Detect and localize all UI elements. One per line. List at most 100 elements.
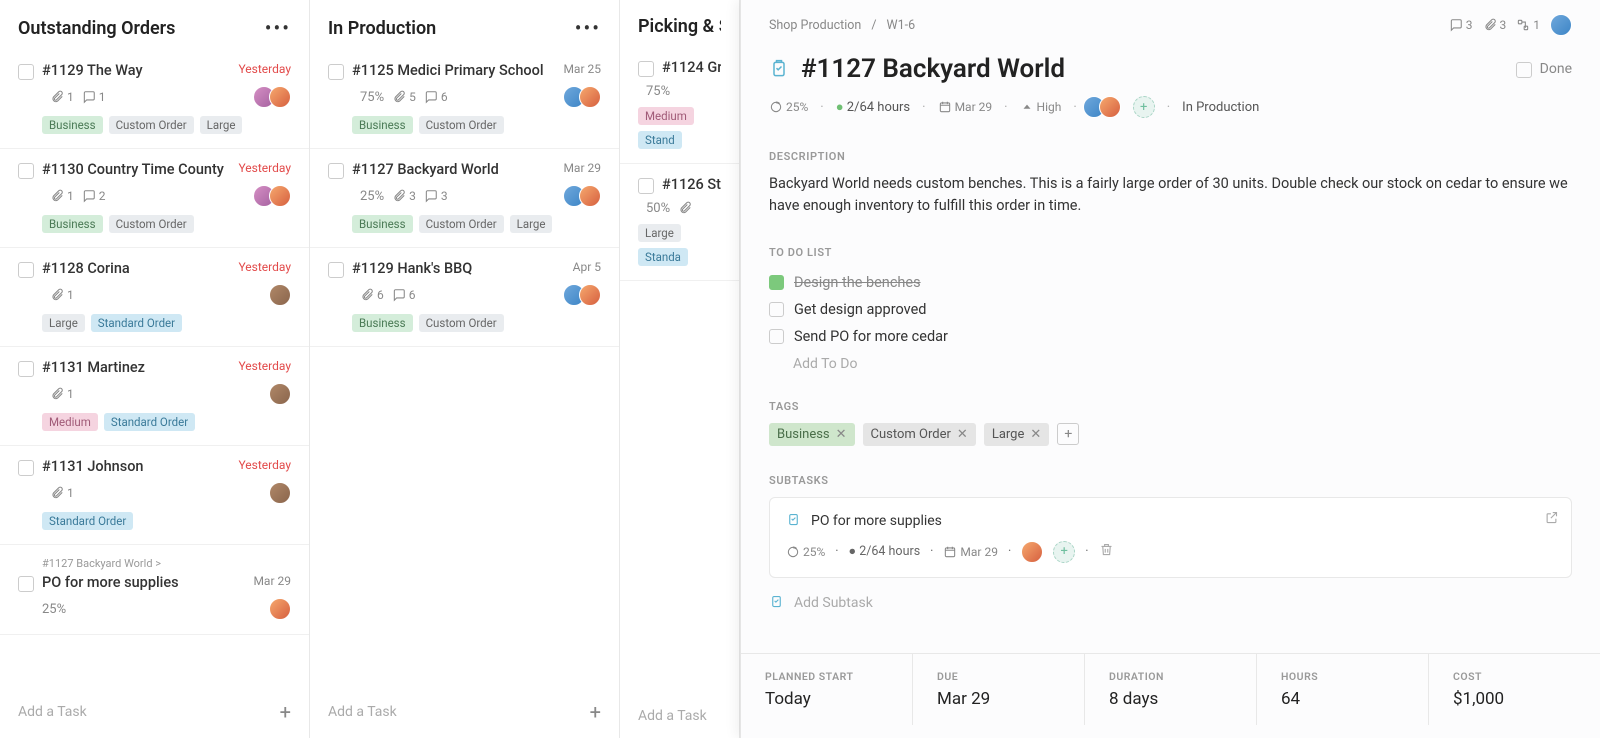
task-card[interactable]: #1124 Greer 75% MediumStand: [620, 47, 739, 164]
due-chip[interactable]: Mar 29: [938, 100, 993, 114]
add-task-button[interactable]: Add a Task: [620, 694, 739, 738]
avatar[interactable]: [1021, 541, 1043, 563]
add-tag-button[interactable]: +: [1057, 423, 1079, 445]
add-task-button[interactable]: Add a Task+: [310, 686, 619, 738]
task-date: Mar 25: [563, 62, 601, 76]
task-checkbox[interactable]: [18, 163, 34, 179]
description-text[interactable]: Backyard World needs custom benches. Thi…: [769, 173, 1572, 218]
assignee-avatars[interactable]: [275, 383, 291, 405]
assignee-avatars[interactable]: [275, 598, 291, 620]
todo-checkbox[interactable]: [769, 275, 784, 290]
comment-icon: 1: [82, 90, 106, 104]
hours-chip[interactable]: ● 2/64 hours: [836, 99, 910, 115]
task-checkbox[interactable]: [638, 178, 654, 194]
tag-chip[interactable]: Business✕: [769, 423, 855, 446]
todo-item[interactable]: Send PO for more cedar: [769, 323, 1572, 350]
assignee-avatars[interactable]: [259, 86, 291, 108]
task-card[interactable]: #1129 The Way Yesterday 1 1 Business Cus…: [0, 50, 309, 149]
task-card[interactable]: #1125 Medici Primary SchoolMar 25 75% 5 …: [310, 50, 619, 149]
breadcrumb-item[interactable]: Shop Production: [769, 18, 861, 33]
task-card[interactable]: #1131 Martinez Yesterday 1 Medium Standa…: [0, 347, 309, 446]
footer-cost[interactable]: Cost$1,000: [1429, 654, 1600, 725]
footer-planned-start[interactable]: Planned StartToday: [741, 654, 913, 725]
task-progress: 25%: [360, 189, 384, 204]
footer-duration[interactable]: Duration8 days: [1085, 654, 1257, 725]
tag: Large: [510, 215, 553, 233]
add-subtask-button[interactable]: Add Subtask: [769, 588, 1572, 619]
task-card[interactable]: #1127 Backyard World > PO for more suppl…: [0, 545, 309, 635]
remove-tag-icon[interactable]: ✕: [957, 427, 968, 442]
assignee-avatars[interactable]: [275, 284, 291, 306]
remove-tag-icon[interactable]: ✕: [1030, 427, 1041, 442]
comment-icon: 6: [424, 90, 448, 104]
task-checkbox[interactable]: [638, 61, 654, 77]
task-checkbox[interactable]: [328, 262, 344, 278]
remove-tag-icon[interactable]: ✕: [836, 427, 847, 442]
footer-due[interactable]: DueMar 29: [913, 654, 1085, 725]
tag: Business: [42, 215, 103, 233]
todo-label: To Do List: [769, 246, 1572, 259]
todo-checkbox[interactable]: [769, 329, 784, 344]
status-chip[interactable]: In Production: [1182, 100, 1259, 115]
task-card[interactable]: #1131 Johnson Yesterday 1 Standard Order: [0, 446, 309, 545]
task-checkbox[interactable]: [18, 576, 34, 592]
task-title: #1131 Johnson: [42, 458, 230, 475]
due-chip: Mar 29: [943, 545, 998, 559]
todo-item[interactable]: Design the benches: [769, 269, 1572, 296]
task-card[interactable]: #1126 Stewa 50% LargeStanda: [620, 164, 739, 281]
column-title: In Production: [328, 18, 436, 39]
task-checkbox[interactable]: [18, 460, 34, 476]
tag-chip[interactable]: Large✕: [984, 423, 1049, 446]
assignee-avatars[interactable]: [275, 482, 291, 504]
todo-checkbox[interactable]: [769, 302, 784, 317]
parent-task-link[interactable]: #1127 Backyard World >: [42, 557, 291, 570]
task-checkbox[interactable]: [328, 64, 344, 80]
task-date: Yesterday: [238, 161, 291, 175]
task-checkbox[interactable]: [18, 361, 34, 377]
assignee-avatars[interactable]: [1089, 96, 1121, 118]
task-checkbox[interactable]: [18, 262, 34, 278]
plus-icon: +: [590, 700, 601, 724]
add-todo-button[interactable]: Add To Do: [769, 350, 1572, 372]
tag: Custom Order: [419, 215, 504, 233]
column-menu-icon[interactable]: •••: [265, 16, 291, 40]
task-checkbox[interactable]: [328, 163, 344, 179]
task-card[interactable]: #1128 Corina Yesterday 1 Large Standard …: [0, 248, 309, 347]
task-title: #1126 Stewa: [662, 176, 721, 193]
progress-chip[interactable]: 25%: [769, 100, 808, 114]
attachment-icon[interactable]: 3: [1483, 18, 1507, 32]
assignee-avatars[interactable]: [569, 86, 601, 108]
comment-icon: 3: [424, 189, 448, 203]
breadcrumb: Shop Production / W1-6 3 3 1: [741, 0, 1600, 36]
avatar[interactable]: [1550, 14, 1572, 36]
assignee-avatars[interactable]: [569, 284, 601, 306]
task-card[interactable]: #1129 Hank's BBQApr 5 6 6 BusinessCustom…: [310, 248, 619, 347]
breadcrumb-item[interactable]: W1-6: [887, 18, 916, 33]
tag: Stand: [638, 131, 682, 149]
add-assignee-button[interactable]: +: [1053, 541, 1075, 563]
tag-chip[interactable]: Custom Order✕: [863, 423, 976, 446]
subtask-card[interactable]: PO for more supplies 25% · ● 2/64 hours …: [769, 497, 1572, 578]
subtask-icon[interactable]: 1: [1516, 18, 1540, 32]
add-task-button[interactable]: Add a Task +: [0, 686, 309, 738]
priority-chip[interactable]: High: [1020, 100, 1062, 114]
task-detail-panel: Shop Production / W1-6 3 3 1 #1127 Backy…: [740, 0, 1600, 738]
clipboard-icon: [769, 59, 789, 79]
progress-chip: 25%: [786, 545, 825, 559]
assignee-avatars[interactable]: [259, 185, 291, 207]
footer-hours[interactable]: Hours64: [1257, 654, 1429, 725]
column-menu-icon[interactable]: •••: [575, 16, 601, 40]
comment-icon[interactable]: 3: [1449, 18, 1473, 32]
todo-item[interactable]: Get design approved: [769, 296, 1572, 323]
task-date: Yesterday: [238, 458, 291, 472]
task-card[interactable]: #1130 Country Time County Yesterday 1 2 …: [0, 149, 309, 248]
assignee-avatars[interactable]: [569, 185, 601, 207]
trash-icon[interactable]: [1099, 542, 1114, 561]
tag: Standard Order: [42, 512, 133, 530]
done-checkbox[interactable]: [1516, 62, 1532, 78]
task-checkbox[interactable]: [18, 64, 34, 80]
task-card[interactable]: #1127 Backyard WorldMar 29 25% 3 3 Busin…: [310, 149, 619, 248]
add-assignee-button[interactable]: +: [1133, 96, 1155, 118]
external-link-icon[interactable]: [1544, 510, 1559, 529]
attachment-icon: [678, 201, 692, 215]
